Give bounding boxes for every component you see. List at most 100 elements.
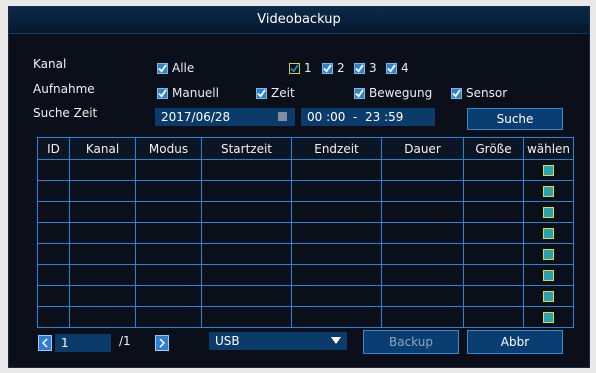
table-row[interactable]	[37, 264, 574, 286]
table-row[interactable]	[37, 159, 574, 181]
select-checkbox[interactable]	[543, 185, 554, 197]
kanal-channel-1-label: 1	[304, 61, 312, 75]
select-cell[interactable]	[523, 159, 574, 181]
next-page-button[interactable]	[155, 335, 169, 351]
select-checkbox[interactable]	[543, 248, 554, 260]
kanal-channel-3-checkbox[interactable]: 3	[354, 61, 377, 75]
table-row[interactable]	[37, 180, 574, 202]
table-cell	[37, 159, 70, 181]
table-cell	[135, 306, 202, 328]
table-cell	[37, 243, 70, 265]
kanal-channel-4-checkbox[interactable]: 4	[386, 61, 409, 75]
table-cell	[37, 306, 70, 328]
table-row[interactable]	[37, 222, 574, 244]
select-cell[interactable]	[523, 243, 574, 265]
select-cell[interactable]	[523, 285, 574, 307]
prev-page-button[interactable]	[38, 335, 52, 351]
device-select[interactable]: USB	[209, 332, 347, 350]
aufnahme-sensor-label: Sensor	[466, 86, 508, 100]
select-checkbox[interactable]	[543, 164, 554, 176]
table-row[interactable]	[37, 285, 574, 307]
table-cell	[463, 264, 524, 286]
table-cell	[291, 243, 382, 265]
suche-zeit-label: Suche Zeit	[33, 106, 98, 120]
kanal-label: Kanal	[33, 57, 67, 71]
kanal-all-checkbox[interactable]: Alle	[157, 61, 194, 75]
videobackup-window: Videobackup Kanal Alle 1 2 3 4 Aufnahme …	[8, 6, 590, 368]
table-row[interactable]	[37, 201, 574, 223]
table-row[interactable]	[37, 243, 574, 265]
check-icon	[386, 62, 397, 74]
check-icon	[289, 62, 300, 74]
table-cell	[69, 306, 136, 328]
table-cell	[381, 159, 464, 181]
select-cell[interactable]	[523, 180, 574, 202]
date-field[interactable]: 2017/06/28	[155, 108, 295, 126]
kanal-channel-2-label: 2	[337, 61, 345, 75]
page-input[interactable]: 1	[55, 334, 111, 352]
table-cell	[135, 243, 202, 265]
kanal-channel-3-label: 3	[369, 61, 377, 75]
kanal-channel-1-checkbox[interactable]: 1	[289, 61, 312, 75]
aufnahme-manuell-checkbox[interactable]: Manuell	[157, 86, 219, 100]
select-cell[interactable]	[523, 201, 574, 223]
table-cell	[291, 264, 382, 286]
table-cell	[37, 180, 70, 202]
column-header-startzeit: Startzeit	[201, 137, 292, 160]
table-cell	[291, 159, 382, 181]
check-icon	[354, 87, 365, 99]
kanal-channel-4-label: 4	[401, 61, 409, 75]
results-table: ID Kanal Modus Startzeit Endzeit Dauer G…	[37, 137, 574, 328]
aufnahme-zeit-checkbox[interactable]: Zeit	[256, 86, 295, 100]
table-cell	[463, 201, 524, 223]
select-cell[interactable]	[523, 222, 574, 244]
aufnahme-bewegung-checkbox[interactable]: Bewegung	[354, 86, 432, 100]
table-cell	[201, 243, 292, 265]
select-cell[interactable]	[523, 264, 574, 286]
select-checkbox[interactable]	[543, 269, 554, 281]
select-checkbox[interactable]	[543, 311, 554, 323]
table-cell	[135, 201, 202, 223]
table-cell	[201, 180, 292, 202]
table-cell	[291, 222, 382, 244]
select-checkbox[interactable]	[543, 227, 554, 239]
table-cell	[135, 159, 202, 181]
check-icon	[157, 87, 168, 99]
cancel-button[interactable]: Abbr	[467, 330, 563, 354]
search-button[interactable]: Suche	[467, 108, 563, 130]
table-cell	[135, 222, 202, 244]
kanal-channel-2-checkbox[interactable]: 2	[322, 61, 345, 75]
check-icon	[322, 62, 333, 74]
select-checkbox[interactable]	[543, 290, 554, 302]
table-cell	[463, 180, 524, 202]
device-select-value: USB	[215, 334, 240, 348]
table-row[interactable]	[37, 306, 574, 328]
time-range-field[interactable]: 00 :00 - 23 :59	[301, 108, 435, 126]
aufnahme-manuell-label: Manuell	[172, 86, 219, 100]
aufnahme-bewegung-label: Bewegung	[369, 86, 433, 100]
table-cell	[381, 306, 464, 328]
table-cell	[69, 243, 136, 265]
calendar-icon[interactable]	[278, 112, 287, 121]
page-total: /1	[119, 334, 131, 348]
table-body	[37, 159, 574, 328]
table-cell	[381, 243, 464, 265]
table-cell	[201, 264, 292, 286]
chevron-right-icon	[159, 338, 166, 348]
select-cell[interactable]	[523, 306, 574, 328]
table-cell	[381, 180, 464, 202]
table-cell	[201, 306, 292, 328]
table-cell	[37, 285, 70, 307]
backup-button[interactable]: Backup	[363, 330, 459, 354]
table-cell	[291, 285, 382, 307]
table-cell	[69, 222, 136, 244]
column-header-endzeit: Endzeit	[291, 137, 382, 160]
kanal-all-label: Alle	[172, 61, 195, 75]
table-cell	[463, 285, 524, 307]
aufnahme-zeit-label: Zeit	[271, 86, 295, 100]
table-cell	[291, 306, 382, 328]
column-header-id: ID	[37, 137, 70, 160]
select-checkbox[interactable]	[543, 206, 554, 218]
aufnahme-sensor-checkbox[interactable]: Sensor	[451, 86, 507, 100]
check-icon	[157, 62, 168, 74]
